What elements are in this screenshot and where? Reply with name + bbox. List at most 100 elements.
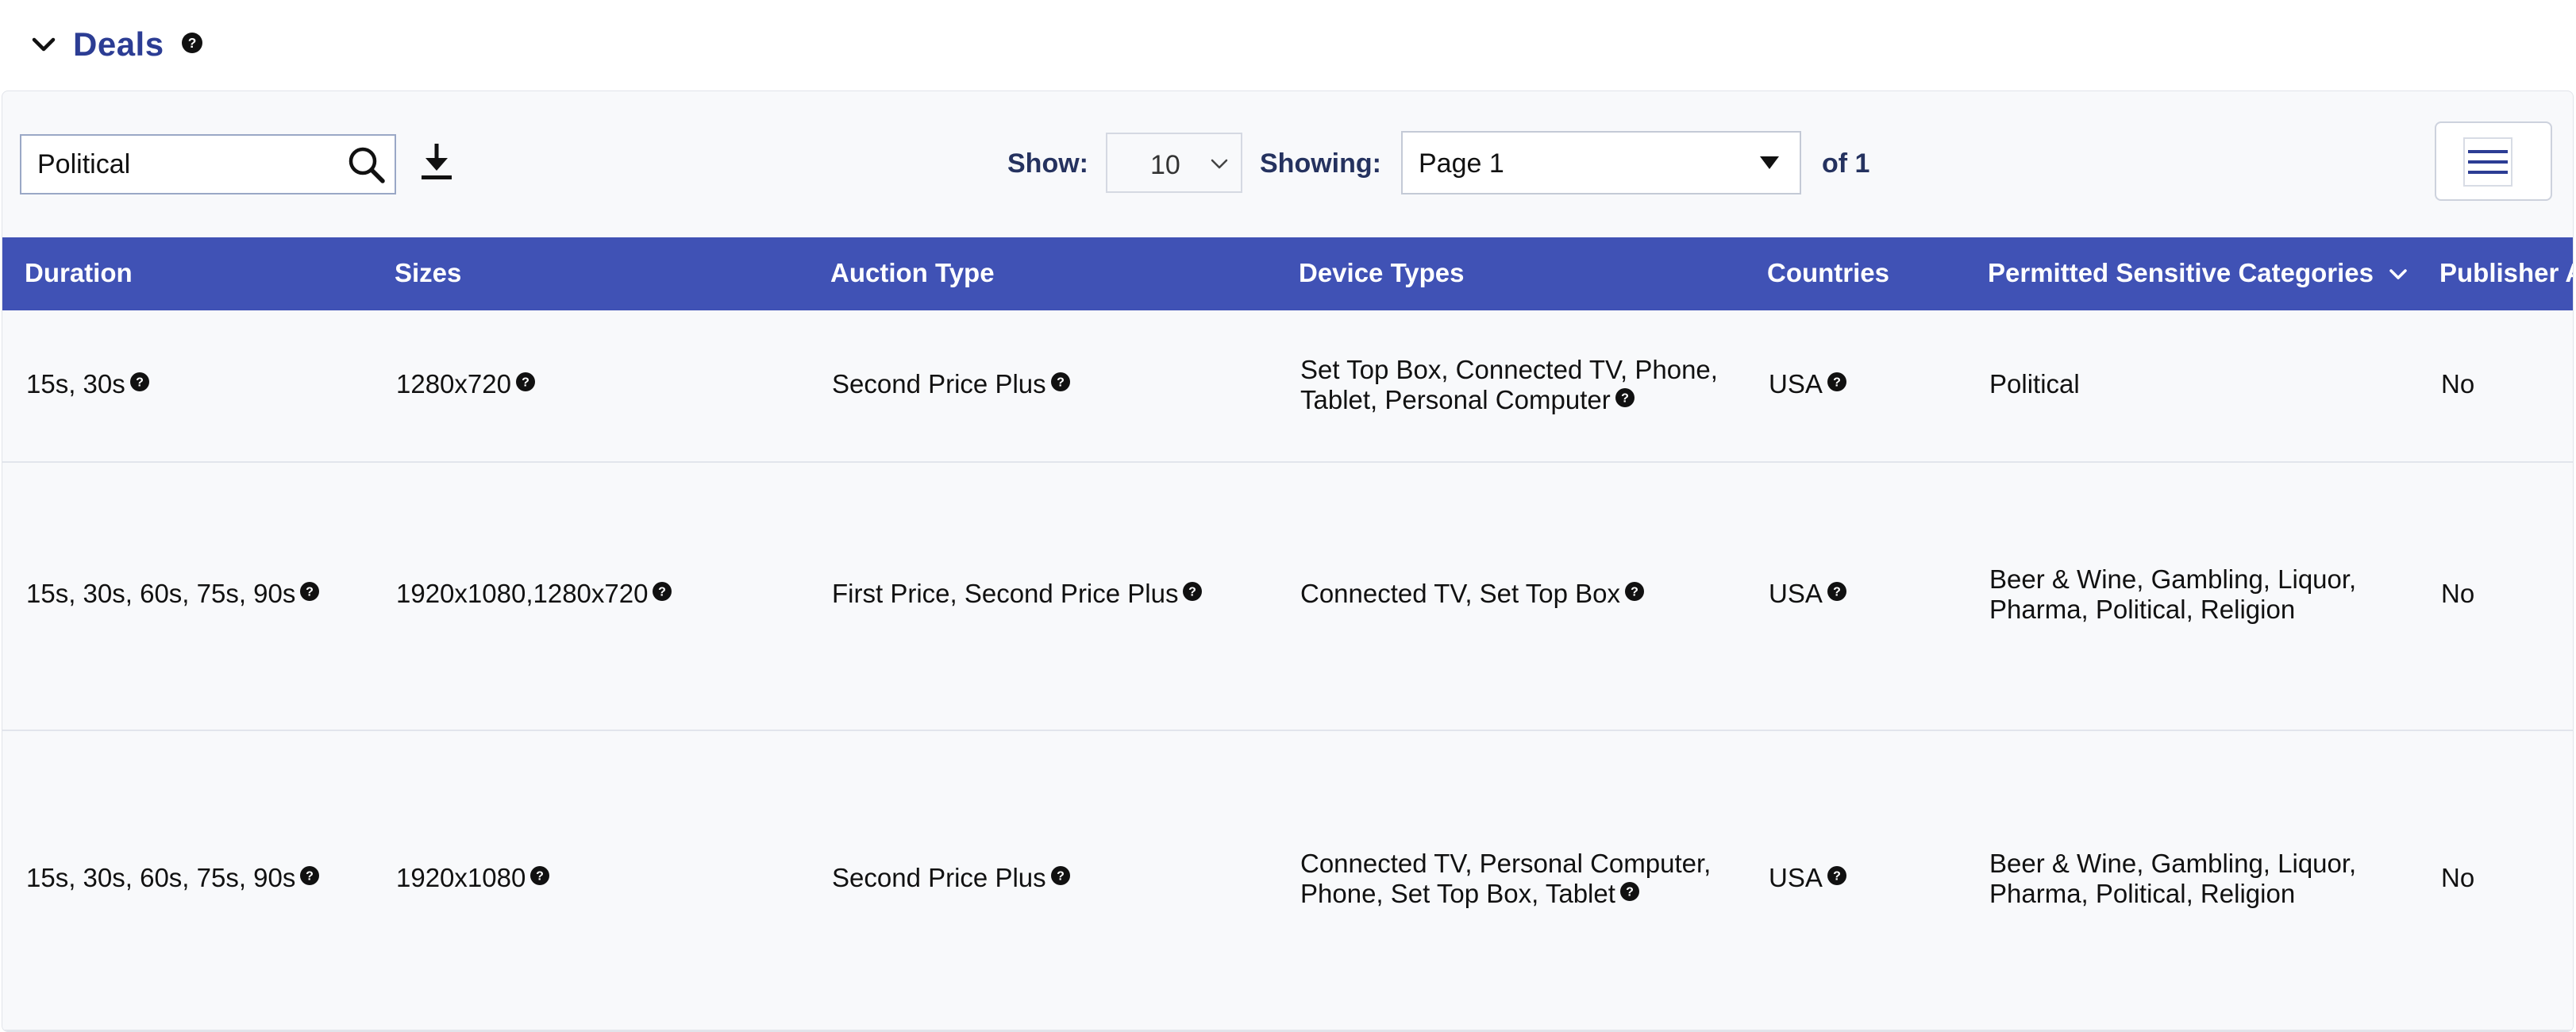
header-device-types[interactable]: Device Types xyxy=(1299,258,1465,288)
table-row[interactable]: 15s, 30s, 60s, 75s, 90s? 1920x1080,1280x… xyxy=(2,463,2573,731)
header-auction-type[interactable]: Auction Type xyxy=(830,258,995,288)
section-title[interactable]: Deals xyxy=(73,25,164,64)
svg-text:?: ? xyxy=(306,870,314,884)
hamburger-menu-icon xyxy=(2463,137,2512,187)
svg-text:?: ? xyxy=(306,586,314,599)
help-icon[interactable]: ? xyxy=(1625,577,1645,601)
duration-text: 15s, 30s, 60s, 75s, 90s xyxy=(26,579,296,608)
categories-line2: Pharma, Political, Religion xyxy=(1989,595,2296,624)
help-icon[interactable]: ? xyxy=(530,861,550,885)
page-select-value: Page 1 xyxy=(1419,148,1504,179)
showing-label: Showing: xyxy=(1260,148,1381,179)
cell-device-types: Set Top Box, Connected TV, Phone, Tablet,… xyxy=(1300,355,1718,415)
help-icon[interactable]: ? xyxy=(181,32,202,57)
table-row[interactable]: 15s, 30s, 60s, 75s, 90s? 1920x1080? Seco… xyxy=(2,731,2573,1031)
categories-line1: Beer & Wine, Gambling, Liquor, xyxy=(1989,849,2357,878)
sizes-text: 1920x1080,1280x720 xyxy=(396,579,649,608)
cell-auction-type: Second Price Plus? xyxy=(832,369,1070,399)
chevron-down-icon xyxy=(1207,152,1231,175)
cell-duration: 15s, 30s, 60s, 75s, 90s? xyxy=(26,861,320,893)
cell-permitted-categories: Beer & Wine, Gambling, Liquor, Pharma, Po… xyxy=(1989,849,2356,909)
deals-table: Duration Sizes Auction Type Device Types… xyxy=(2,237,2573,1031)
caret-down-icon xyxy=(1760,156,1779,169)
header-permitted-categories[interactable]: Permitted Sensitive Categories xyxy=(1988,258,2410,288)
cell-sizes: 1280x720? xyxy=(396,369,535,399)
header-publisher[interactable]: Publisher A xyxy=(2439,258,2573,288)
svg-text:?: ? xyxy=(1833,376,1841,390)
header-countries[interactable]: Countries xyxy=(1767,258,1889,288)
search-input[interactable] xyxy=(21,140,341,189)
help-icon[interactable]: ? xyxy=(1050,368,1070,391)
page-size-select[interactable]: 10 xyxy=(1106,133,1242,193)
svg-text:?: ? xyxy=(1621,392,1629,406)
header-permitted-categories-label: Permitted Sensitive Categories xyxy=(1988,258,2374,287)
help-icon[interactable]: ? xyxy=(1183,577,1203,601)
countries-text: USA xyxy=(1769,863,1823,892)
device-types-line1: Connected TV, Personal Computer, xyxy=(1300,849,1712,878)
show-label: Show: xyxy=(1007,148,1088,179)
svg-text:?: ? xyxy=(1057,870,1065,884)
duration-text: 15s, 30s xyxy=(26,369,125,399)
cell-countries: USA? xyxy=(1769,369,1846,399)
svg-text:?: ? xyxy=(187,34,196,50)
svg-text:?: ? xyxy=(536,870,544,884)
section-header: Deals ? xyxy=(30,22,202,67)
svg-text:?: ? xyxy=(1631,586,1638,599)
table-header: Duration Sizes Auction Type Device Types… xyxy=(2,237,2573,310)
auction-type-text: First Price, Second Price Plus xyxy=(832,579,1179,608)
page-size-value: 10 xyxy=(1150,150,1180,180)
search-box xyxy=(20,134,396,194)
help-icon[interactable]: ? xyxy=(300,577,320,601)
device-types-line2: Tablet, Personal Computer xyxy=(1300,385,1611,414)
cell-auction-type: First Price, Second Price Plus? xyxy=(832,577,1203,609)
device-types-line1: Set Top Box, Connected TV, Phone, xyxy=(1300,355,1718,384)
svg-text:?: ? xyxy=(1057,376,1065,390)
cell-permitted-categories: Beer & Wine, Gambling, Liquor, Pharma, Po… xyxy=(1989,564,2356,625)
download-icon[interactable] xyxy=(417,141,456,185)
help-icon[interactable]: ? xyxy=(515,368,535,391)
cell-permitted-categories: Political xyxy=(1989,369,2080,399)
countries-text: USA xyxy=(1769,579,1823,608)
collapse-chevron-down-icon[interactable] xyxy=(30,31,57,58)
auction-type-text: Second Price Plus xyxy=(832,369,1046,399)
auction-type-text: Second Price Plus xyxy=(832,863,1046,892)
svg-text:?: ? xyxy=(522,376,529,390)
help-icon[interactable]: ? xyxy=(1827,577,1846,601)
cell-device-types: Connected TV, Set Top Box? xyxy=(1300,577,1645,609)
page-select[interactable]: Page 1 xyxy=(1401,131,1801,194)
help-icon[interactable]: ? xyxy=(1619,877,1639,901)
page-count-label: of 1 xyxy=(1822,148,1870,179)
sort-chevron-down-icon[interactable] xyxy=(2386,263,2410,287)
cell-publisher: No xyxy=(2441,863,2475,892)
sizes-text: 1920x1080 xyxy=(396,863,526,892)
column-menu-button[interactable] xyxy=(2435,121,2552,201)
duration-text: 15s, 30s, 60s, 75s, 90s xyxy=(26,863,296,892)
svg-text:?: ? xyxy=(1626,886,1634,899)
device-types-line2: Phone, Set Top Box, Tablet xyxy=(1300,879,1615,908)
device-types-text: Connected TV, Set Top Box xyxy=(1300,579,1621,608)
svg-text:?: ? xyxy=(1833,870,1841,884)
header-duration[interactable]: Duration xyxy=(25,258,133,288)
cell-duration: 15s, 30s? xyxy=(26,369,149,399)
help-icon[interactable]: ? xyxy=(1827,368,1846,391)
cell-sizes: 1920x1080? xyxy=(396,861,550,893)
table-row[interactable]: 15s, 30s? 1280x720? Second Price Plus? S… xyxy=(2,310,2573,463)
help-icon[interactable]: ? xyxy=(129,368,149,391)
help-icon[interactable]: ? xyxy=(653,577,672,601)
cell-device-types: Connected TV, Personal Computer, Phone, S… xyxy=(1300,849,1711,909)
search-icon[interactable] xyxy=(345,144,388,187)
countries-text: USA xyxy=(1769,369,1823,399)
cell-publisher: No xyxy=(2441,579,2475,608)
svg-text:?: ? xyxy=(1833,586,1841,599)
cell-publisher: No xyxy=(2441,369,2475,399)
help-icon[interactable]: ? xyxy=(1050,861,1070,885)
help-icon[interactable]: ? xyxy=(1827,861,1846,885)
svg-text:?: ? xyxy=(136,376,144,390)
help-icon[interactable]: ? xyxy=(300,861,320,885)
header-sizes[interactable]: Sizes xyxy=(395,258,461,288)
cell-countries: USA? xyxy=(1769,863,1846,893)
help-icon[interactable]: ? xyxy=(1615,383,1635,407)
cell-countries: USA? xyxy=(1769,579,1846,609)
deals-page: Deals ? Show: 10 Showing: xyxy=(0,0,2576,1032)
categories-line1: Beer & Wine, Gambling, Liquor, xyxy=(1989,564,2357,594)
